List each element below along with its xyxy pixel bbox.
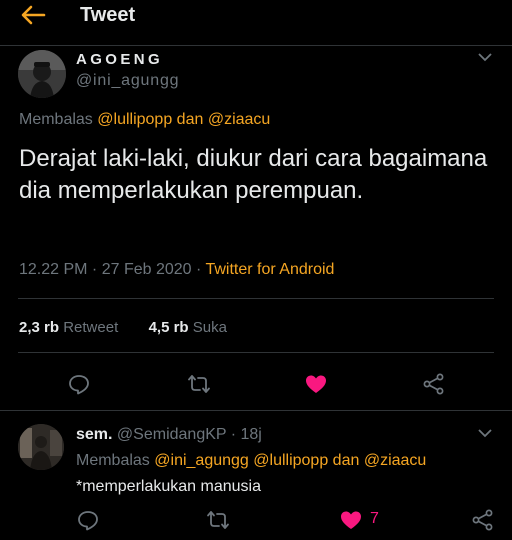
replying-to: Membalas @lullipopp dan @ziaacu	[19, 111, 270, 129]
heart-icon[interactable]	[304, 372, 328, 396]
mention-join: dan	[332, 452, 360, 469]
avatar[interactable]	[18, 50, 66, 98]
reply-like-count: 7	[370, 510, 379, 527]
divider	[0, 410, 512, 411]
chevron-down-icon[interactable]	[476, 50, 494, 64]
mention-link[interactable]: @ziaacu	[208, 111, 271, 128]
replying-prefix: Membalas	[76, 452, 150, 469]
divider	[18, 352, 494, 353]
divider	[18, 298, 494, 299]
heart-icon[interactable]	[339, 508, 363, 532]
like-count: 4,5 rb	[148, 319, 189, 336]
reply-icon[interactable]	[76, 508, 100, 532]
tweet-timestamp[interactable]: 12.22 PM · 27 Feb 2020 ·	[19, 261, 201, 278]
like-stat[interactable]: 4,5 rb Suka	[149, 319, 227, 336]
replying-prefix: Membalas	[19, 111, 93, 128]
retweet-label: Retweet	[63, 319, 119, 336]
tweet-meta: 12.22 PM · 27 Feb 2020 · Twitter for And…	[19, 261, 334, 279]
retweet-icon[interactable]	[187, 372, 211, 396]
display-name[interactable]: sem.	[76, 426, 112, 443]
back-arrow-icon[interactable]	[20, 4, 46, 26]
tweet-text: Derajat laki-laki, diukur dari cara baga…	[19, 145, 488, 204]
mention-join: dan	[176, 111, 204, 128]
display-name[interactable]: AGOENG	[76, 51, 163, 68]
user-handle[interactable]: @SemidangKP	[117, 426, 226, 443]
time-separator: ·	[230, 426, 237, 443]
tweet-text: *memperlakukan manusia	[76, 478, 261, 495]
mention-link[interactable]: @lullipopp	[253, 452, 328, 469]
mention-link[interactable]: @ziaacu	[364, 452, 427, 469]
retweet-stat[interactable]: 2,3 rb Retweet	[19, 319, 122, 336]
like-label: Suka	[192, 319, 227, 336]
chevron-down-icon[interactable]	[476, 426, 494, 440]
top-bar: Tweet	[0, 0, 512, 46]
page-title: Tweet	[80, 4, 136, 26]
user-handle[interactable]: @ini_agungg	[76, 72, 179, 90]
mention-link[interactable]: @lullipopp	[97, 111, 172, 128]
avatar[interactable]	[18, 424, 64, 470]
tweet-stats: 2,3 rb Retweet 4,5 rb Suka	[19, 319, 227, 336]
tweet-timestamp[interactable]: 18j	[241, 426, 262, 443]
retweet-count: 2,3 rb	[19, 319, 60, 336]
reply-icon[interactable]	[67, 372, 91, 396]
tweet-source[interactable]: Twitter for Android	[205, 261, 334, 278]
mention-link[interactable]: @ini_agungg	[154, 452, 249, 469]
share-icon[interactable]	[471, 508, 495, 532]
reply-header: sem. @SemidangKP · 18j	[76, 426, 262, 444]
share-icon[interactable]	[422, 372, 446, 396]
replying-to: Membalas @ini_agungg @lullipopp dan @zia…	[76, 452, 426, 470]
retweet-icon[interactable]	[206, 508, 230, 532]
